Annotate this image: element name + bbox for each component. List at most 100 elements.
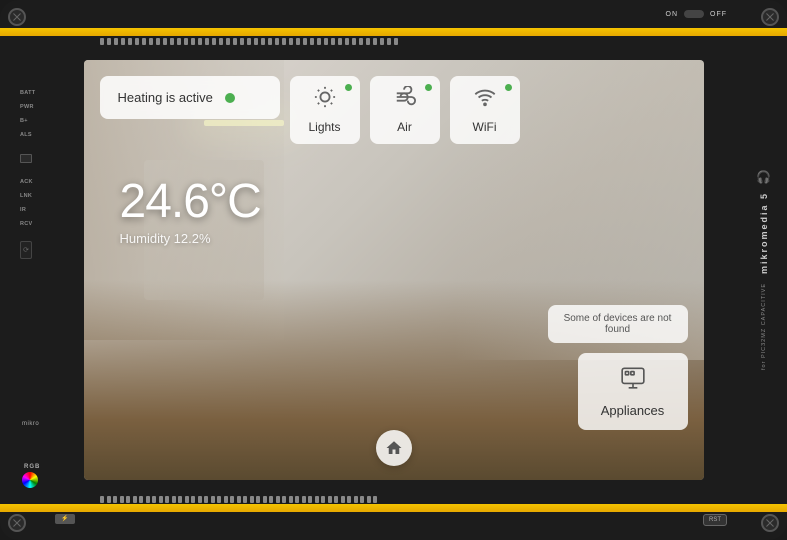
lights-icon: [314, 86, 336, 114]
pin: [204, 496, 208, 503]
heating-card[interactable]: Heating is active: [100, 76, 280, 119]
pin: [354, 496, 358, 503]
pin: [328, 496, 332, 503]
pin: [100, 496, 104, 503]
device-shell: ON OFF BATT PWR B+ ALS ACK LNK IR RCV ⟳ …: [0, 0, 787, 540]
warning-card: Some of devices are not found: [548, 305, 688, 343]
bottom-pin-row: [100, 494, 647, 504]
rst-button[interactable]: RST: [703, 514, 727, 526]
pin: [133, 496, 137, 503]
temperature-section: 24.6°C Humidity 12.2%: [100, 174, 688, 246]
ui-overlay: Heating is active: [84, 60, 704, 480]
pin: [269, 496, 273, 503]
pin: [149, 38, 153, 45]
lnk-label: LNK: [20, 193, 35, 199]
pin: [240, 38, 244, 45]
pin: [387, 38, 391, 45]
pin: [224, 496, 228, 503]
pin: [352, 38, 356, 45]
pin: [205, 38, 209, 45]
rcv-label: RCV: [20, 221, 35, 227]
power-switch[interactable]: ON OFF: [666, 10, 728, 18]
pin: [338, 38, 342, 45]
top-pin-row: [100, 36, 647, 46]
screw-br: [761, 514, 779, 532]
warning-text: Some of devices are not found: [564, 313, 672, 335]
pin: [373, 38, 377, 45]
air-active-dot: [425, 84, 432, 91]
pin: [394, 38, 398, 45]
home-button[interactable]: [376, 430, 412, 466]
screw-tl: [8, 8, 26, 26]
pin: [289, 38, 293, 45]
pin: [233, 38, 237, 45]
pin: [100, 38, 104, 45]
pin: [226, 38, 230, 45]
brand-sub: for PIC32MZ CAPACITIVE: [761, 283, 767, 370]
pin: [366, 38, 370, 45]
pin: [302, 496, 306, 503]
pin: [347, 496, 351, 503]
pin: [126, 496, 130, 503]
pin: [334, 496, 338, 503]
wifi-icon: [474, 86, 496, 114]
pin: [142, 38, 146, 45]
pin: [359, 38, 363, 45]
on-label: ON: [666, 11, 679, 18]
pin: [198, 38, 202, 45]
pin: [237, 496, 241, 503]
pin: [113, 496, 117, 503]
ack-label: ACK: [20, 179, 35, 185]
heating-label: Heating is active: [118, 90, 213, 105]
pin: [324, 38, 328, 45]
appliances-icon: [620, 365, 646, 397]
pin: [120, 496, 124, 503]
lights-card[interactable]: Lights: [290, 76, 360, 144]
bplus-label: B+: [20, 118, 35, 124]
pin: [275, 38, 279, 45]
right-brand: 🎧 mikromedia 5 for PIC32MZ CAPACITIVE: [756, 80, 771, 460]
pin: [152, 496, 156, 503]
pin: [211, 496, 215, 503]
pin: [263, 496, 267, 503]
temperature-value: 24.6°C: [120, 174, 688, 229]
usb-connector: ⚡: [55, 514, 75, 524]
mikro-logo: mikro: [22, 412, 39, 430]
pin: [146, 496, 150, 503]
pin: [198, 496, 202, 503]
air-icon: [394, 86, 416, 114]
pin: [268, 38, 272, 45]
top-cards-row: Heating is active: [100, 76, 688, 144]
wifi-card[interactable]: WiFi: [450, 76, 520, 144]
pin: [217, 496, 221, 503]
rgb-led: [22, 472, 38, 488]
headphone-icon: 🎧: [756, 170, 771, 184]
pin: [230, 496, 234, 503]
pin: [360, 496, 364, 503]
screen: Heating is active: [84, 60, 704, 480]
pin: [191, 496, 195, 503]
pin: [212, 38, 216, 45]
pin: [219, 38, 223, 45]
screw-bl: [8, 514, 26, 532]
pin: [184, 38, 188, 45]
pwr-label: PWR: [20, 104, 35, 110]
pin: [165, 496, 169, 503]
appliances-card[interactable]: Appliances: [578, 353, 688, 430]
pin: [170, 38, 174, 45]
air-card[interactable]: Air: [370, 76, 440, 144]
pin: [114, 38, 118, 45]
pin: [156, 38, 160, 45]
pin: [373, 496, 377, 503]
pin: [163, 38, 167, 45]
ir-label: IR: [20, 207, 35, 213]
brand-name: mikromedia 5: [759, 192, 769, 274]
lights-active-dot: [345, 84, 352, 91]
pin: [178, 496, 182, 503]
pin: [121, 38, 125, 45]
pin: [303, 38, 307, 45]
pin: [247, 38, 251, 45]
switch-track[interactable]: [684, 10, 704, 18]
pin: [135, 38, 139, 45]
pin: [185, 496, 189, 503]
